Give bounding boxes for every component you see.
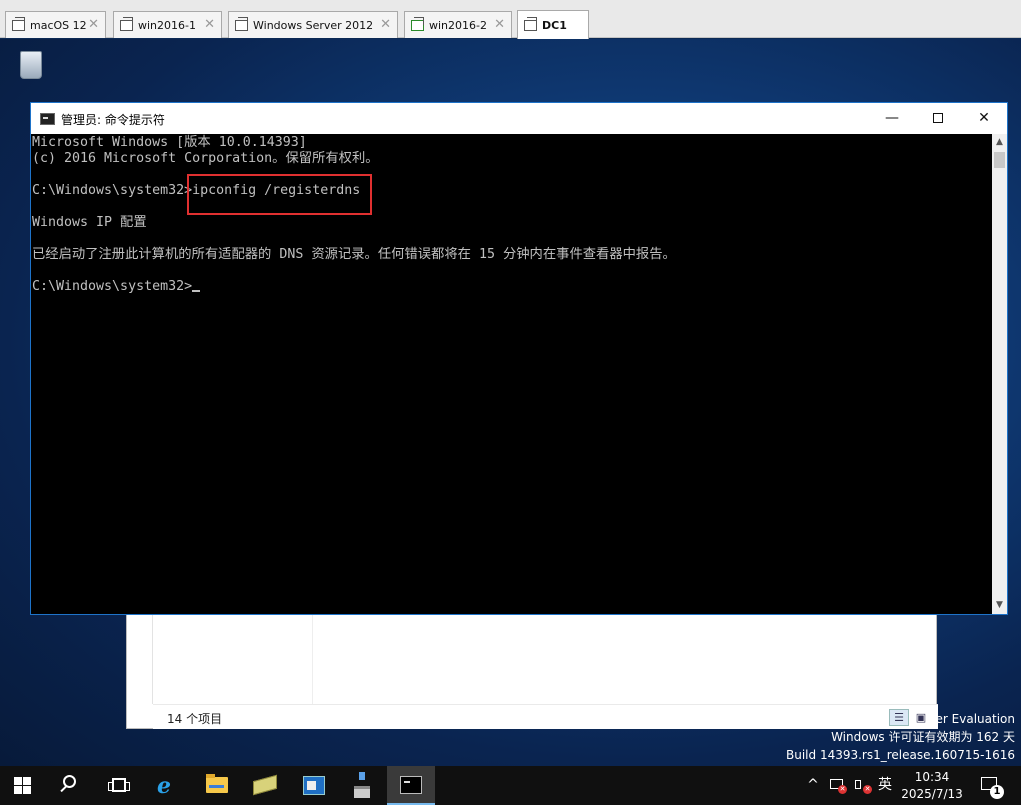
search-button[interactable]	[48, 766, 96, 805]
vm-tab-windows-server-2012[interactable]: Windows Server 2012 ✕	[228, 11, 398, 38]
console-line: Windows IP 配置	[32, 215, 147, 230]
console-line: (c) 2016 Microsoft Corporation。保留所有权利。	[32, 151, 379, 166]
control-panel-button[interactable]	[290, 766, 338, 805]
scroll-up-icon[interactable]: ▲	[992, 134, 1007, 151]
build-text: Build 14393.rs1_release.160715-1616	[786, 748, 1015, 762]
taskbar: e ^ ✕ ✕ 英 10:34 2025/7/13 1	[0, 766, 1021, 805]
network-tool-button[interactable]	[338, 766, 386, 805]
vertical-scrollbar[interactable]: ▲ ▼	[992, 134, 1007, 614]
maximize-icon	[933, 113, 943, 123]
file-explorer-button[interactable]	[193, 766, 241, 805]
command-prompt-window: 管理员: 命令提示符 — ✕ Microsoft Windows [版本 10.…	[30, 102, 1008, 615]
vm-tab-bar: macOS 12 ✕ win2016-1 ✕ Windows Server 20…	[0, 0, 1021, 39]
desktop: 14 个项目 ☰ ▣ < > < > ter Evaluation Window…	[0, 39, 1021, 766]
highlight-annotation	[187, 174, 372, 215]
file-explorer-icon	[206, 774, 228, 793]
vm-tab-macos[interactable]: macOS 12 ✕	[5, 11, 106, 38]
close-button[interactable]: ✕	[961, 103, 1007, 134]
close-icon[interactable]: ✕	[204, 17, 215, 32]
navigation-pane	[127, 600, 153, 704]
console-line: Microsoft Windows [版本 10.0.14393]	[32, 135, 307, 150]
windows-start-icon	[14, 777, 31, 794]
clock-time: 10:34	[914, 770, 950, 784]
vm-tab-label: macOS 12	[30, 18, 87, 32]
close-icon[interactable]: ✕	[380, 17, 391, 32]
vm-icon	[235, 16, 248, 31]
vm-tab-dc1[interactable]: DC1	[517, 10, 589, 39]
internet-explorer-button[interactable]: e	[145, 766, 193, 805]
window-title: 管理员: 命令提示符	[61, 113, 165, 127]
console-line: 已经启动了注册此计算机的所有适配器的 DNS 资源记录。任何错误都将在 15 分…	[32, 247, 676, 262]
network-icon	[354, 772, 370, 798]
clock[interactable]: 10:34 2025/7/13	[898, 766, 966, 805]
vm-tab-label: Windows Server 2012	[253, 18, 374, 32]
vm-running-icon	[411, 16, 424, 31]
task-view-button[interactable]	[96, 766, 144, 805]
title-bar[interactable]: 管理员: 命令提示符 — ✕	[31, 103, 1007, 134]
internet-explorer-icon: e	[157, 773, 171, 799]
input-method-indicator[interactable]: 英	[874, 766, 896, 805]
start-button[interactable]	[0, 766, 48, 805]
vm-tab-win2016-1[interactable]: win2016-1 ✕	[113, 11, 222, 38]
item-count: 14 个项目	[167, 712, 223, 726]
activation-watermark: ter Evaluation Windows 许可证有效期为 162 天 Bui…	[786, 710, 1015, 764]
vm-tab-label: win2016-1	[138, 18, 196, 32]
command-prompt-icon	[400, 776, 422, 794]
scroll-thumb[interactable]	[994, 152, 1005, 168]
server-manager-button[interactable]	[241, 766, 289, 805]
vm-icon	[120, 16, 133, 31]
task-view-icon	[108, 778, 130, 792]
vm-tab-label: DC1	[542, 18, 567, 32]
volume-muted-icon[interactable]: ✕	[850, 766, 874, 805]
console-output[interactable]: Microsoft Windows [版本 10.0.14393] (c) 20…	[31, 134, 992, 614]
text-cursor	[192, 290, 201, 292]
license-text: Windows 许可证有效期为 162 天	[831, 730, 1015, 744]
action-center-button[interactable]: 1	[974, 766, 1010, 805]
clock-date: 2025/7/13	[901, 787, 963, 801]
vm-icon	[12, 16, 25, 31]
control-panel-icon	[303, 776, 325, 795]
command-prompt-icon[interactable]	[40, 113, 55, 125]
scroll-down-icon[interactable]: ▼	[992, 597, 1007, 614]
close-icon[interactable]: ✕	[494, 17, 505, 32]
edition-text: ter Evaluation	[930, 712, 1015, 726]
vm-tab-win2016-2[interactable]: win2016-2 ✕	[404, 11, 512, 38]
search-icon	[63, 775, 76, 788]
vm-tab-label: win2016-2	[429, 18, 487, 32]
close-icon[interactable]: ✕	[88, 17, 99, 32]
minimize-button[interactable]: —	[869, 103, 915, 134]
maximize-button[interactable]	[915, 103, 961, 134]
command-prompt-taskbar-button[interactable]	[387, 766, 435, 805]
console-prompt: C:\Windows\system32>	[32, 279, 193, 294]
console-prompt-line: C:\Windows\system32>	[32, 279, 201, 295]
network-status-icon[interactable]: ✕	[826, 766, 850, 805]
vm-icon	[524, 16, 537, 31]
notification-badge: 1	[990, 785, 1004, 799]
recycle-bin-icon[interactable]	[16, 51, 46, 85]
server-manager-icon	[253, 774, 277, 796]
show-hidden-icons-button[interactable]: ^	[803, 766, 823, 805]
